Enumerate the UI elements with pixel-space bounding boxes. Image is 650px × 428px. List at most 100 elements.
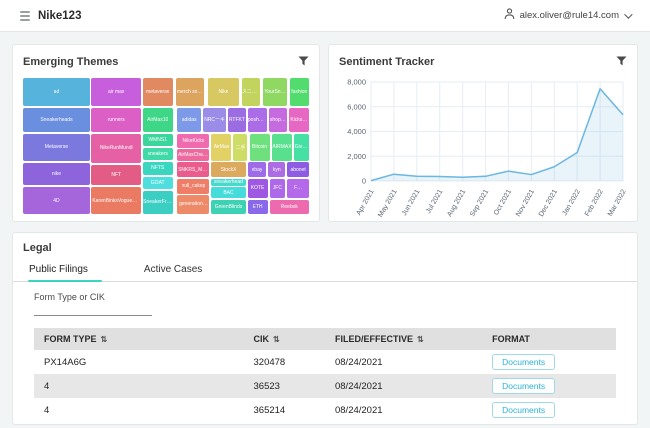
filter-icon[interactable] [616, 53, 627, 71]
treemap-tile[interactable]: AirMaxChallenge [177, 149, 209, 161]
form-search-input[interactable] [34, 304, 152, 316]
treemap-tile[interactable]: nike [23, 163, 90, 185]
col-filed-effective[interactable]: FILED/EFFECTIVE⇅ [325, 328, 482, 350]
treemap: adSneakerheadsMetaversenike4D air maxrunn… [23, 78, 309, 214]
table-row: PX14A6G32047808/24/2021Documents [34, 350, 616, 374]
treemap-tile[interactable]: YourSn… [263, 78, 288, 106]
table-cell-format: Documents [482, 350, 616, 374]
treemap-tile[interactable]: SneakerFreakerFan [143, 191, 173, 214]
filings-table: FORM TYPE⇅ CIK⇅ FILED/EFFECTIVE⇅ FORMAT … [34, 328, 616, 422]
treemap-tile[interactable]: metaverse [143, 78, 173, 106]
svg-text:Sep 2021: Sep 2021 [469, 188, 490, 218]
treemap-tile[interactable]: 二手 [233, 134, 247, 161]
user-menu[interactable]: alex.oliver@rule14.com [504, 7, 630, 25]
svg-text:Feb 2022: Feb 2022 [584, 188, 605, 217]
treemap-tile[interactable]: abonet [287, 162, 309, 177]
treemap-tile[interactable]: RTFKT [228, 108, 245, 132]
table-cell: PX14A6G [34, 350, 244, 374]
treemap-tile[interactable]: merch sneaks [176, 78, 204, 106]
sentiment-tracker-panel: Sentiment Tracker 02,0004,0006,0008,000A… [328, 44, 638, 222]
treemap-tile[interactable]: sneakerhead [211, 179, 245, 186]
documents-button[interactable]: Documents [492, 402, 555, 418]
table-row: 43652308/24/2021 Documents [34, 374, 616, 398]
treemap-tile[interactable]: NRCーキ [203, 108, 226, 132]
treemap-tile[interactable]: ad [23, 78, 90, 106]
treemap-tile[interactable]: null_cakep [177, 179, 209, 194]
treemap-tile[interactable]: SNKRS_M_KI [177, 162, 209, 177]
filter-icon[interactable] [298, 53, 309, 71]
legal-title: Legal [13, 242, 637, 254]
treemap-tile[interactable]: Sneakerheads [23, 108, 90, 132]
table-row: 436521408/24/2021Documents [34, 398, 616, 422]
treemap-tile[interactable]: GreenBlinds [211, 200, 245, 214]
treemap-tile[interactable]: ETH [248, 200, 268, 214]
treemap-tile[interactable]: runners [91, 108, 141, 132]
svg-text:Jun 2021: Jun 2021 [401, 188, 422, 217]
table-cell: 08/24/2021 [325, 374, 482, 398]
svg-text:Dec 2021: Dec 2021 [538, 188, 559, 218]
treemap-tile[interactable]: スニーカー [242, 78, 261, 106]
documents-button[interactable]: Documents [492, 378, 555, 394]
documents-button[interactable]: Documents [492, 354, 555, 370]
table-cell: 08/24/2021 [325, 350, 482, 374]
treemap-tile[interactable]: KOTE [248, 179, 268, 199]
treemap-tile[interactable]: air max [91, 78, 141, 106]
col-form-type[interactable]: FORM TYPE⇅ [34, 328, 244, 350]
treemap-tile[interactable]: AirMax10 [143, 108, 173, 132]
svg-text:Mar 2022: Mar 2022 [607, 188, 627, 217]
treemap-tile[interactable]: NFTS [143, 162, 173, 174]
form-search: Form Type or CIK [34, 292, 152, 316]
treemap-tile[interactable]: sneakers [143, 148, 173, 160]
treemap-tile[interactable]: Metaverse [23, 134, 90, 161]
svg-text:8,000: 8,000 [347, 78, 366, 87]
treemap-tile[interactable]: fashion [290, 78, 309, 106]
table-cell: 36523 [244, 374, 325, 398]
svg-text:Nov 2021: Nov 2021 [515, 188, 536, 218]
treemap-tile[interactable]: 4D [23, 187, 90, 214]
table-cell-format: Documents [482, 374, 616, 398]
treemap-tile[interactable]: generation… [177, 195, 209, 214]
treemap-tile[interactable]: Kicks… [289, 108, 309, 132]
treemap-tile[interactable]: ebay [248, 162, 267, 177]
sort-icon[interactable]: ⇅ [273, 335, 280, 344]
treemap-tile[interactable]: Givenchy [294, 134, 309, 161]
table-cell-format: Documents [482, 398, 616, 422]
treemap-tile[interactable]: Reebok [270, 200, 309, 214]
treemap-tile[interactable]: NikeRunMundi [91, 134, 141, 163]
treemap-tile[interactable]: KarenBinksVogueMan [91, 187, 141, 214]
treemap-tile[interactable]: Bitcoin [250, 134, 270, 161]
treemap-tile[interactable]: WMNS1 [143, 134, 173, 146]
treemap-tile[interactable]: JFC [270, 179, 286, 199]
sort-icon[interactable]: ⇅ [101, 335, 108, 344]
treemap-tile[interactable]: GOAT [143, 177, 173, 189]
legal-panel: Legal Public Filings Active Cases Form T… [12, 232, 638, 425]
tab-public-filings[interactable]: Public Filings [29, 264, 102, 281]
svg-text:Aug 2021: Aug 2021 [446, 188, 467, 218]
svg-text:2,000: 2,000 [347, 152, 366, 161]
panel-title-emerging-themes: Emerging Themes [23, 56, 118, 68]
svg-text:Apr 2021: Apr 2021 [355, 188, 375, 216]
treemap-tile[interactable]: NikeKicks [177, 134, 209, 148]
treemap-tile[interactable]: AIRMAX [272, 134, 293, 161]
treemap-tile[interactable]: Nike [208, 78, 239, 106]
treemap-tile[interactable]: AirMax [211, 134, 231, 161]
svg-text:4,000: 4,000 [347, 127, 366, 136]
treemap-tile[interactable]: NFT [91, 165, 141, 185]
sort-icon[interactable]: ⇅ [417, 335, 424, 344]
menu-icon[interactable] [20, 11, 30, 21]
treemap-tile[interactable]: kyn [268, 162, 285, 177]
form-search-label: Form Type or CIK [34, 292, 152, 302]
treemap-tile[interactable]: F… [287, 179, 309, 199]
treemap-tile[interactable]: shop… [269, 108, 287, 132]
col-cik[interactable]: CIK⇅ [244, 328, 325, 350]
tab-active-cases[interactable]: Active Cases [144, 264, 216, 281]
user-email: alex.oliver@rule14.com [520, 10, 619, 21]
panel-title-sentiment-tracker: Sentiment Tracker [339, 56, 434, 68]
treemap-tile[interactable]: BAC [211, 187, 245, 198]
svg-text:Jan 2022: Jan 2022 [561, 188, 582, 217]
treemap-tile[interactable]: adidas [177, 108, 200, 132]
treemap-tile[interactable]: poshmark [248, 108, 267, 132]
treemap-tile[interactable]: StockX [211, 162, 245, 177]
table-header-row: FORM TYPE⇅ CIK⇅ FILED/EFFECTIVE⇅ FORMAT [34, 328, 616, 350]
table-cell: 4 [34, 374, 244, 398]
